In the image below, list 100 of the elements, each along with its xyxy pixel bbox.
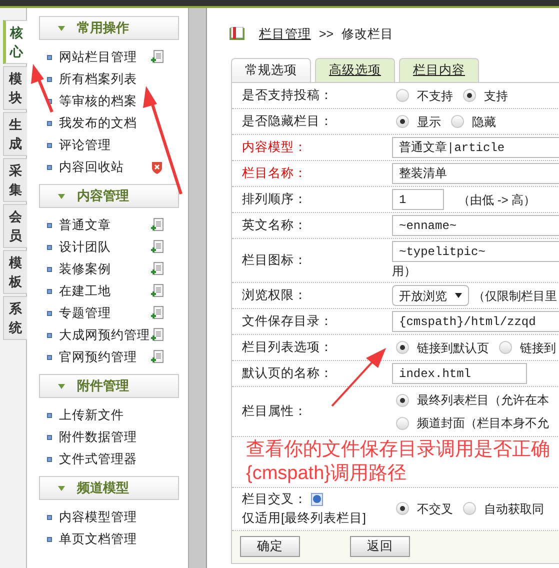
menu-item[interactable]: 在建工地: [59, 282, 111, 300]
book-icon: [229, 27, 245, 41]
option-label: 链接到默认页: [417, 340, 489, 356]
field-label: 默认页的名称：: [242, 365, 333, 382]
field-label: 是否支持投稿：: [242, 87, 333, 104]
option-label: 不交叉: [417, 500, 453, 518]
radio-button[interactable]: [463, 502, 476, 516]
option-label: 最终列表栏目（允许在本: [417, 392, 549, 409]
tab[interactable]: 栏目内容: [399, 58, 479, 82]
radio-button[interactable]: [396, 416, 409, 430]
field-label: 栏目名称：: [242, 165, 307, 182]
radio-button[interactable]: [396, 502, 409, 516]
caret-icon: [58, 384, 65, 388]
menu-item[interactable]: 设计团队: [59, 238, 111, 256]
form-button[interactable]: 确定: [240, 536, 300, 557]
text-field[interactable]: 1: [392, 189, 444, 210]
section-header[interactable]: 常用操作: [39, 16, 179, 40]
menu-item[interactable]: 文件式管理器: [59, 450, 137, 468]
menu-item[interactable]: 内容模型管理: [59, 508, 137, 526]
menu-item[interactable]: 专题管理: [59, 304, 111, 322]
field-label: 是否隐藏栏目：: [242, 113, 333, 130]
side-tab[interactable]: 核心: [3, 20, 27, 64]
delete-icon[interactable]: [151, 160, 163, 174]
annotation-text: 查看你的文件保存目录调用是否正确: [246, 438, 550, 462]
breadcrumb-link[interactable]: 栏目管理: [259, 24, 311, 44]
add-document-icon[interactable]: [151, 50, 164, 64]
scrollbar[interactable]: [189, 8, 207, 568]
option-label: 隐藏: [472, 114, 496, 130]
menu-item[interactable]: 内容回收站: [59, 158, 124, 176]
menu-item[interactable]: 等审核的档案: [59, 92, 137, 110]
dropdown[interactable]: 开放浏览: [392, 285, 469, 306]
option-label: 显示: [417, 114, 441, 130]
menu-item[interactable]: 单页文档管理: [59, 530, 137, 548]
field-label: 栏目图标：: [242, 252, 307, 270]
field-label: 英文名称：: [242, 217, 307, 234]
field-label: 浏览权限：: [242, 287, 307, 304]
side-tab[interactable]: 模板: [3, 250, 27, 294]
text-field[interactable]: 整装清单: [392, 163, 559, 184]
section-header[interactable]: 附件管理: [39, 374, 179, 398]
radio-button[interactable]: [451, 115, 464, 128]
field-label: 文件保存目录：: [242, 313, 333, 330]
option-label: 频道封面（栏目本身不允: [417, 415, 549, 432]
add-document-icon[interactable]: [151, 218, 164, 232]
add-document-icon[interactable]: [151, 328, 164, 342]
tab[interactable]: 高级选项: [315, 58, 395, 82]
menu-item[interactable]: 装修案例: [59, 260, 111, 278]
text-field[interactable]: ~typelitpic~: [392, 241, 559, 262]
caret-icon: [455, 293, 462, 298]
field-hint: 仅适用[最终列表栏目]: [242, 510, 367, 527]
text-field[interactable]: ~enname~: [392, 215, 559, 236]
text-field[interactable]: {cmspath}/html/zzqd: [392, 311, 559, 332]
tab[interactable]: 常规选项: [231, 58, 311, 82]
side-tab[interactable]: 会员: [3, 204, 27, 248]
section-header[interactable]: 内容管理: [39, 184, 179, 208]
menu-item[interactable]: 上传新文件: [59, 406, 124, 424]
add-document-icon[interactable]: [151, 350, 164, 364]
hint-text: （仅限制栏目里: [473, 288, 557, 304]
menu-item[interactable]: 我发布的文档: [59, 114, 137, 132]
caret-icon: [58, 486, 65, 490]
side-tab[interactable]: 模块: [3, 66, 27, 110]
breadcrumb-separator: >>: [319, 26, 334, 43]
form-button[interactable]: 返回: [350, 536, 410, 557]
text-field[interactable]: 普通文章|article: [392, 137, 559, 158]
option-label: 自动获取同: [484, 500, 544, 518]
caret-icon: [58, 26, 65, 30]
add-document-icon[interactable]: [151, 240, 164, 254]
menu-item[interactable]: 网站栏目管理: [59, 48, 137, 66]
option-label: 不支持: [417, 88, 453, 104]
help-icon[interactable]: [311, 492, 323, 506]
add-document-icon[interactable]: [151, 284, 164, 298]
menu-item[interactable]: 附件数据管理: [59, 428, 137, 446]
page-title: 修改栏目: [342, 26, 394, 43]
menu-item[interactable]: 官网预约管理: [59, 348, 137, 366]
annotation-text: {cmspath}调用路径: [246, 462, 406, 486]
add-document-icon[interactable]: [151, 306, 164, 320]
add-document-icon[interactable]: [151, 262, 164, 276]
side-tab[interactable]: 生成: [3, 112, 27, 156]
hint-text: 用）: [392, 263, 417, 280]
arrow: [330, 346, 388, 408]
field-label: 内容模型：: [242, 139, 307, 156]
option-label: 链接到: [520, 340, 556, 356]
arrow: [30, 62, 54, 114]
text-field[interactable]: index.html: [392, 363, 527, 384]
field-label: 栏目交叉：: [242, 491, 307, 508]
option-label: 支持: [484, 88, 508, 104]
radio-button[interactable]: [499, 341, 512, 354]
radio-button[interactable]: [396, 341, 409, 354]
radio-button[interactable]: [396, 394, 409, 406]
field-label: 栏目列表选项：: [242, 339, 333, 356]
radio-button[interactable]: [396, 89, 409, 102]
menu-item[interactable]: 所有档案列表: [59, 70, 137, 88]
menu-item[interactable]: 评论管理: [59, 136, 111, 154]
caret-icon: [58, 194, 65, 198]
section-header[interactable]: 频道模型: [39, 476, 179, 500]
menu-item[interactable]: 大成网预约管理: [59, 326, 150, 344]
side-tab[interactable]: 采集: [3, 158, 27, 202]
side-tab[interactable]: 系统: [3, 296, 27, 340]
menu-item[interactable]: 普通文章: [59, 216, 111, 234]
radio-button[interactable]: [463, 89, 476, 102]
radio-button[interactable]: [396, 115, 409, 128]
